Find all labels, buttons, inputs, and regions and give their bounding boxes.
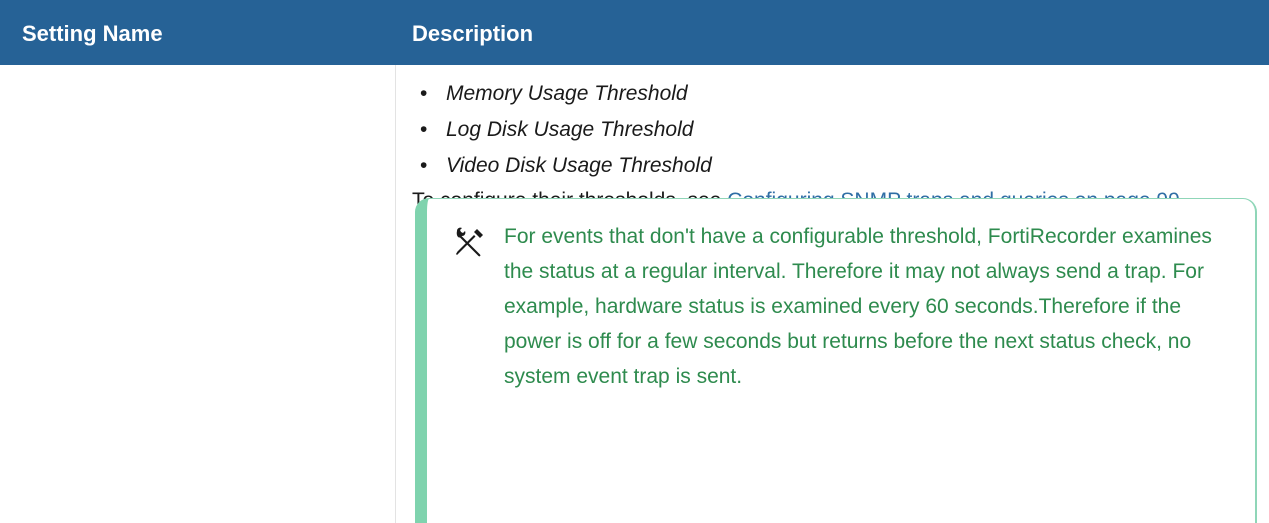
list-item-label: Memory Usage Threshold xyxy=(446,82,688,105)
note-box: For events that don't have a configurabl… xyxy=(415,198,1257,523)
table-header: Setting Name Description xyxy=(0,0,1269,65)
list-item-label: Video Disk Usage Threshold xyxy=(446,154,712,177)
list-item: • Video Disk Usage Threshold xyxy=(412,148,712,184)
tools-icon xyxy=(456,227,483,257)
list-item: • Memory Usage Threshold xyxy=(412,76,712,112)
list-item-label: Log Disk Usage Threshold xyxy=(446,118,694,141)
column-divider xyxy=(395,65,396,523)
list-item: • Log Disk Usage Threshold xyxy=(412,112,712,148)
bullet-icon: • xyxy=(420,82,428,105)
bullet-icon: • xyxy=(420,118,428,141)
bullet-icon: • xyxy=(420,154,428,177)
settings-table: Setting Name Description • Memory Usage … xyxy=(0,0,1269,523)
header-setting-name: Setting Name xyxy=(22,21,163,46)
note-text: For events that don't have a configurabl… xyxy=(504,225,1212,388)
threshold-list: • Memory Usage Threshold • Log Disk Usag… xyxy=(412,65,712,184)
header-description: Description xyxy=(412,21,534,46)
